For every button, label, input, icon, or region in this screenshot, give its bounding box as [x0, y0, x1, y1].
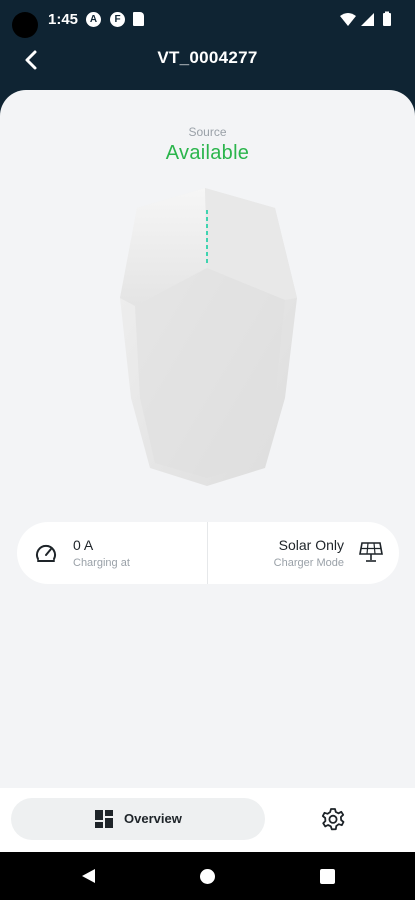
dashboard-icon — [95, 810, 113, 828]
charging-current-section: 0 A Charging at — [17, 522, 207, 584]
nav-recents-icon[interactable] — [320, 869, 335, 884]
charger-mode-caption: Charger Mode — [273, 557, 344, 569]
notification-icon-a: A — [86, 12, 101, 27]
speedometer-icon — [36, 544, 56, 562]
charger-image — [120, 188, 297, 486]
nav-back-icon[interactable] — [79, 867, 97, 885]
charging-current-caption: Charging at — [73, 557, 130, 569]
wifi-icon — [340, 13, 356, 26]
signal-icon — [361, 13, 374, 26]
notification-icon-f: F — [110, 12, 125, 27]
page-title: VT_0004277 — [157, 48, 258, 67]
source-status: Available — [165, 142, 250, 164]
charger-mode-value: Solar Only — [278, 537, 344, 553]
source-label: Source — [188, 125, 227, 139]
gear-icon[interactable] — [318, 805, 348, 835]
status-time: 1:45 — [48, 11, 79, 28]
nav-home-icon[interactable] — [200, 869, 215, 884]
main-content: Source Available 0 A Charging at Solar O… — [0, 90, 415, 790]
charging-current-value: 0 A — [73, 537, 94, 553]
tab-overview[interactable]: Overview — [11, 798, 265, 840]
app-header: VT_0004277 — [0, 40, 415, 92]
battery-icon — [383, 11, 391, 26]
charger-mode-section[interactable]: Solar Only Charger Mode — [208, 522, 399, 584]
camera-cutout — [12, 12, 38, 38]
status-bar: 1:45 A F — [0, 0, 415, 40]
system-navigation-bar — [0, 852, 415, 900]
solar-panel-icon — [359, 542, 383, 562]
bottom-navigation: Overview — [0, 788, 415, 852]
system-status-icons — [340, 11, 391, 26]
charging-info-card: 0 A Charging at Solar Only Charger Mode — [17, 522, 399, 584]
tab-overview-label: Overview — [124, 811, 182, 826]
sd-card-icon — [133, 12, 144, 26]
